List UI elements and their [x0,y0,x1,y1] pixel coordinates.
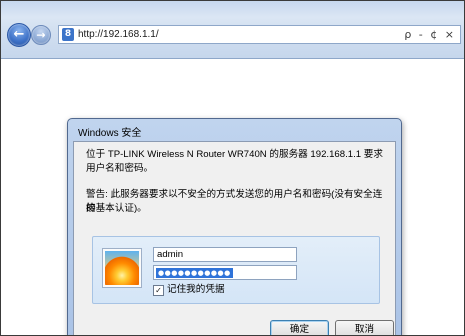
back-button[interactable]: ← [7,23,31,47]
toolbar-divider [1,58,464,59]
title-strip [1,1,464,17]
dialog-title: Windows 安全 [78,128,142,139]
server-message-line1: 位于 TP-LINK Wireless N Router WR740N 的服务器… [86,149,383,160]
url-text[interactable]: http://192.168.1.1/ [78,29,159,40]
dialog-body: 位于 TP-LINK Wireless N Router WR740N 的服务器… [73,141,396,335]
remember-credentials-label: 记住我的凭据 [167,284,225,295]
browser-toolbar: ← → 8 http://192.168.1.1/ ρ - ¢ × [1,1,464,59]
remember-credentials-checkbox[interactable]: ✓ [153,285,164,296]
password-field[interactable]: ●●●●●●●●●●● [153,265,297,280]
windows-security-dialog: Windows 安全 位于 TP-LINK Wireless N Router … [67,118,402,335]
user-avatar [102,248,142,288]
address-bar[interactable]: 8 http://192.168.1.1/ ρ - ¢ × [58,25,461,44]
warning-message-line2: 的基本认证)。 [86,203,147,214]
browser-window: ← → 8 http://192.168.1.1/ ρ - ¢ × Window… [0,0,465,336]
password-masked-value: ●●●●●●●●●●● [156,268,233,278]
username-field[interactable]: admin [153,247,297,262]
flower-avatar-icon [105,251,139,285]
cancel-button[interactable]: 取消 [335,320,394,335]
server-message-line2: 用户名和密码。 [86,163,154,174]
search-refresh-stop-icons[interactable]: ρ - ¢ × [404,28,456,41]
back-arrow-icon: ← [13,27,25,43]
forward-arrow-icon: → [36,28,46,42]
page-favicon-icon: 8 [62,28,74,41]
credential-tile: admin ●●●●●●●●●●● ✓ 记住我的凭据 [92,236,380,304]
forward-button[interactable]: → [31,25,51,45]
ok-button[interactable]: 确定 [270,320,329,335]
